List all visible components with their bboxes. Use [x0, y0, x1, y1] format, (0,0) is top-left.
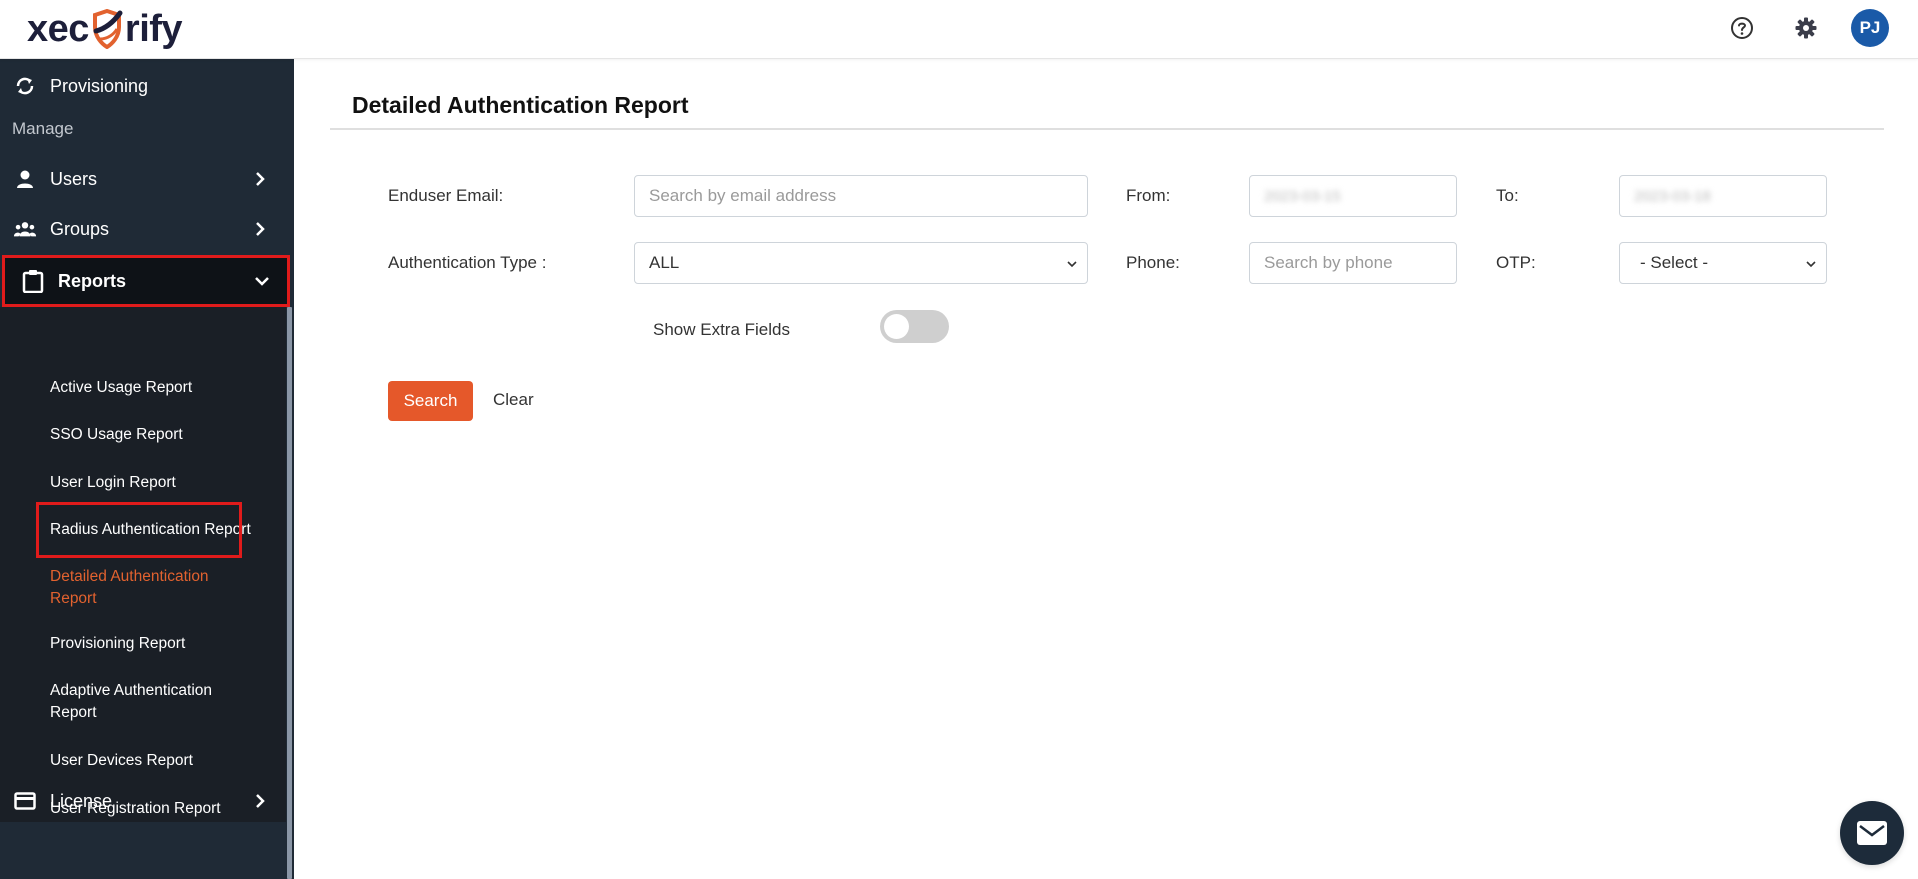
sidebar-item-users[interactable]: Users — [0, 154, 290, 204]
chevron-down-icon — [1067, 261, 1077, 268]
chevron-right-icon — [256, 222, 265, 236]
authentication-type-label: Authentication Type : — [388, 253, 547, 272]
title-divider — [330, 128, 1884, 130]
enduser-email-field[interactable] — [634, 175, 1088, 217]
page-title: Detailed Authentication Report — [352, 92, 689, 118]
xecurify-logo[interactable]: xec rify — [27, 4, 183, 54]
enduser-email-label: Enduser Email: — [388, 186, 504, 205]
otp-value: - Select - — [1640, 253, 1709, 272]
mail-icon — [1857, 821, 1887, 845]
submenu-item-detailed-authentication-report[interactable]: Detailed Authentication Report — [50, 566, 240, 610]
show-extra-fields-toggle[interactable] — [880, 310, 949, 343]
gear-icon[interactable] — [1791, 13, 1821, 43]
sidebar: Provisioning Manage Users Groups Reports… — [0, 59, 294, 879]
enduser-email-input[interactable] — [649, 186, 1073, 206]
sidebar-item-reports[interactable]: Reports — [2, 255, 290, 307]
phone-input[interactable] — [1264, 253, 1442, 273]
logo-text-left: xec — [27, 7, 89, 50]
submenu-item-active-usage-report[interactable]: Active Usage Report — [50, 377, 192, 399]
credit-card-icon — [13, 789, 37, 813]
contact-mail-button[interactable] — [1840, 801, 1904, 865]
show-extra-fields-label: Show Extra Fields — [653, 320, 790, 339]
chevron-down-icon — [255, 277, 269, 286]
search-button[interactable]: Search — [388, 381, 473, 421]
clipboard-icon — [21, 269, 45, 293]
active-item-highlight — [36, 502, 242, 558]
sidebar-item-license[interactable]: License — [0, 776, 290, 826]
to-label: To: — [1496, 186, 1519, 205]
to-date-field[interactable]: 2023-03-18 — [1619, 175, 1827, 217]
submenu-item-provisioning-report[interactable]: Provisioning Report — [50, 633, 185, 655]
otp-select[interactable]: - Select - — [1619, 242, 1827, 284]
clear-button[interactable]: Clear — [493, 390, 534, 410]
submenu-item-adaptive-authentication-report[interactable]: Adaptive Authentication Report — [50, 680, 250, 724]
otp-label: OTP: — [1496, 253, 1536, 272]
sync-icon — [13, 74, 37, 98]
from-label: From: — [1126, 186, 1171, 205]
sidebar-item-label: Users — [50, 168, 98, 189]
user-icon — [13, 167, 37, 191]
authentication-type-value: ALL — [649, 253, 680, 272]
submenu-item-user-login-report[interactable]: User Login Report — [50, 472, 176, 494]
from-date-field[interactable]: 2023-03-15 — [1249, 175, 1457, 217]
authentication-type-select[interactable]: ALL — [634, 242, 1088, 284]
groups-icon — [13, 217, 37, 241]
help-icon[interactable] — [1727, 13, 1757, 43]
top-header: xec rify PJ — [0, 0, 1918, 59]
sidebar-item-label: Groups — [50, 218, 110, 239]
phone-field[interactable] — [1249, 242, 1457, 284]
sidebar-item-label: Reports — [58, 270, 127, 291]
chevron-right-icon — [256, 794, 265, 808]
sidebar-item-provisioning[interactable]: Provisioning — [0, 61, 290, 111]
sidebar-item-label: License — [50, 790, 113, 811]
toggle-knob — [884, 314, 909, 339]
submenu-item-user-devices-report[interactable]: User Devices Report — [50, 750, 193, 772]
sidebar-item-label: Provisioning — [50, 75, 149, 96]
sidebar-scrollbar[interactable] — [287, 307, 292, 879]
to-date-value: 2023-03-18 — [1634, 187, 1711, 205]
submenu-item-sso-usage-report[interactable]: SSO Usage Report — [50, 424, 183, 446]
section-label-manage: Manage — [12, 119, 74, 138]
chevron-right-icon — [256, 172, 265, 186]
logo-shield-icon — [90, 8, 124, 50]
sidebar-item-groups[interactable]: Groups — [0, 204, 290, 254]
from-date-value: 2023-03-15 — [1264, 187, 1341, 205]
user-avatar[interactable]: PJ — [1851, 9, 1889, 47]
logo-text-right: rify — [124, 7, 183, 50]
phone-label: Phone: — [1126, 253, 1180, 272]
reports-submenu: Active Usage Report SSO Usage Report Use… — [0, 307, 286, 822]
chevron-down-icon — [1806, 261, 1816, 268]
